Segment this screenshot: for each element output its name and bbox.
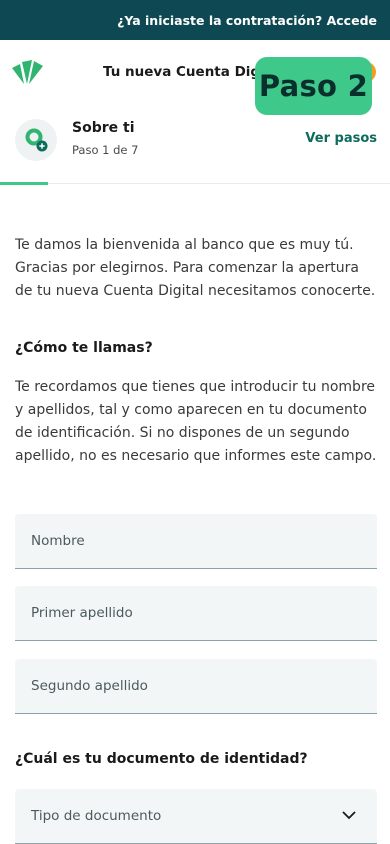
user-add-icon — [15, 119, 57, 161]
welcome-text: Te damos la bienvenida al banco que es m… — [15, 237, 376, 299]
first-surname-field[interactable] — [15, 586, 377, 641]
document-type-label: Tipo de documento — [31, 808, 162, 824]
second-surname-input[interactable] — [31, 678, 377, 694]
document-section-title: ¿Cuál es tu documento de identidad? — [15, 751, 308, 767]
first-name-field[interactable] — [15, 514, 377, 569]
step-title: Sobre ti — [72, 120, 135, 136]
progress-bar — [0, 182, 48, 185]
first-surname-input[interactable] — [31, 605, 377, 621]
name-help-text: Te recordamos que tienes que introducir … — [15, 379, 377, 464]
top-banner: ¿Ya iniciaste la contratación? Accede — [0, 0, 390, 40]
step-counter: Paso 1 de 7 — [72, 143, 139, 157]
name-section-title: ¿Cómo te llamas? — [15, 340, 153, 356]
bank-logo — [12, 60, 43, 84]
second-surname-field[interactable] — [15, 659, 377, 714]
step-indicator: Sobre ti Paso 1 de 7 Ver pasos — [0, 104, 390, 184]
first-name-input[interactable] — [31, 533, 377, 549]
header-title: Tu nueva Cuenta Digital — [103, 64, 263, 80]
chevron-down-icon — [342, 811, 356, 820]
document-type-select[interactable]: Tipo de documento — [15, 789, 377, 844]
login-link[interactable]: ¿Ya iniciaste la contratación? Accede — [117, 13, 377, 28]
view-steps-link[interactable]: Ver pasos — [305, 131, 377, 146]
